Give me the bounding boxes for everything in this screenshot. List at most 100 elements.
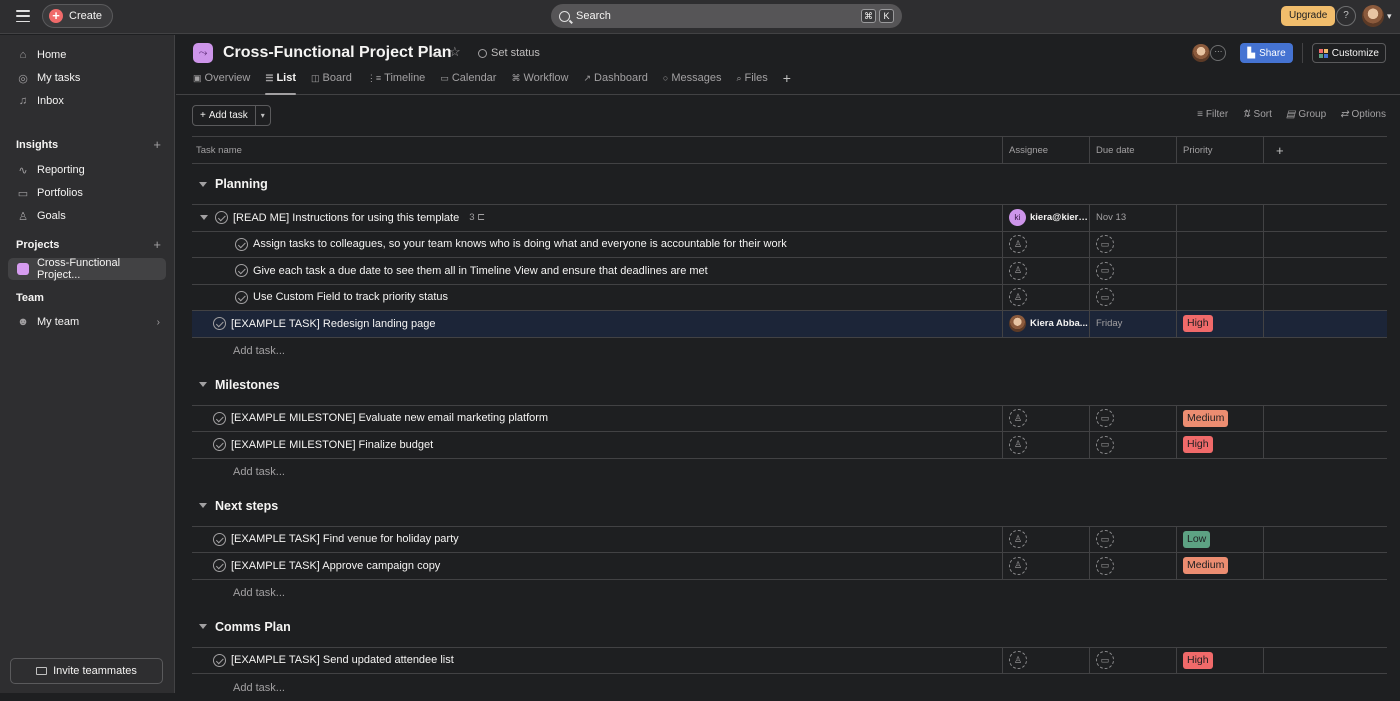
task-row[interactable]: Assign tasks to colleagues, so your team… <box>192 231 1387 258</box>
priority-cell[interactable] <box>1176 231 1263 257</box>
due-date-cell[interactable]: ▭ <box>1089 258 1176 284</box>
sidebar-item-my-tasks[interactable]: ◎ My tasks <box>8 67 166 89</box>
add-project-icon[interactable]: + <box>153 238 161 251</box>
priority-cell[interactable]: Low <box>1176 526 1263 552</box>
tab-overview[interactable]: ▣ Overview <box>193 72 250 95</box>
priority-cell[interactable]: Medium <box>1176 553 1263 579</box>
unassigned-person-icon[interactable]: ♙ <box>1009 556 1027 575</box>
section-header[interactable]: Comms Plan <box>192 607 1387 648</box>
priority-cell[interactable]: Medium <box>1176 405 1263 431</box>
unassigned-person-icon[interactable]: ♙ <box>1009 288 1027 307</box>
sidebar-item-project[interactable]: Cross-Functional Project... <box>8 257 166 281</box>
sidebar-item-my-team[interactable]: ☻ My team › <box>8 311 166 333</box>
tab-workflow[interactable]: ⌘ Workflow <box>511 72 568 95</box>
add-task-inline[interactable]: Add task... <box>192 674 1387 701</box>
upgrade-button[interactable]: Upgrade <box>1281 6 1336 26</box>
priority-cell[interactable] <box>1176 284 1263 310</box>
tab-board[interactable]: ◫ Board <box>311 72 352 95</box>
assignee-cell[interactable]: Kiera Abba... <box>1002 311 1089 337</box>
collapse-triangle-icon[interactable] <box>199 624 207 629</box>
due-date-cell[interactable]: ▭ <box>1089 526 1176 552</box>
complete-checkbox-icon[interactable] <box>213 532 226 546</box>
tab-timeline[interactable]: ⋮≡ Timeline <box>367 72 425 95</box>
sort-button[interactable]: ⇅ Sort <box>1242 109 1272 120</box>
expand-subtasks-icon[interactable] <box>200 215 208 221</box>
subtask-count[interactable]: 3 ⊏ <box>469 212 485 223</box>
collapse-triangle-icon[interactable] <box>199 503 207 508</box>
help-button[interactable]: ? <box>1336 6 1356 26</box>
member-avatar[interactable] <box>1192 44 1211 62</box>
assignee-cell[interactable]: ♙ <box>1002 405 1089 431</box>
section-header[interactable]: Next steps <box>192 486 1387 527</box>
priority-cell[interactable] <box>1176 258 1263 284</box>
complete-checkbox-icon[interactable] <box>215 211 228 225</box>
column-task-name[interactable]: Task name <box>192 137 1002 163</box>
group-button[interactable]: ▤ Group <box>1286 109 1326 120</box>
priority-cell[interactable]: High <box>1176 647 1263 673</box>
user-avatar[interactable] <box>1362 5 1384 27</box>
assignee-cell[interactable]: ♙ <box>1002 231 1089 257</box>
column-assignee[interactable]: Assignee <box>1002 137 1089 163</box>
create-button[interactable]: + Create <box>42 4 114 28</box>
task-row[interactable]: [EXAMPLE TASK] Approve campaign copy ♙ ▭ Me… <box>192 553 1387 580</box>
assignee-cell[interactable]: ♙ <box>1002 526 1089 552</box>
due-date-cell[interactable]: ▭ <box>1089 231 1176 257</box>
task-row[interactable]: Give each task a due date to see them al… <box>192 258 1387 285</box>
empty-calendar-icon[interactable]: ▭ <box>1096 651 1114 670</box>
filter-button[interactable]: ≡ Filter <box>1197 109 1228 120</box>
unassigned-person-icon[interactable]: ♙ <box>1009 409 1027 428</box>
column-due-date[interactable]: Due date <box>1089 137 1176 163</box>
task-name[interactable]: [EXAMPLE TASK] Find venue for holiday pa… <box>231 533 459 545</box>
column-priority[interactable]: Priority <box>1176 137 1263 163</box>
more-members-icon[interactable]: ··· <box>1210 45 1227 61</box>
search-input[interactable]: Search ⌘ K <box>551 4 902 28</box>
complete-checkbox-icon[interactable] <box>213 411 226 425</box>
options-button[interactable]: ⇄ Options <box>1340 109 1386 120</box>
tab-list[interactable]: ☰ List <box>265 72 296 95</box>
add-task-inline[interactable]: Add task... <box>192 580 1387 607</box>
due-date-cell[interactable]: Nov 13 <box>1089 205 1176 231</box>
sidebar-item-goals[interactable]: ♙ Goals <box>8 205 166 227</box>
due-date-cell[interactable]: ▭ <box>1089 432 1176 458</box>
sidebar-item-home[interactable]: ⌂ Home <box>8 44 166 66</box>
empty-calendar-icon[interactable]: ▭ <box>1096 261 1114 280</box>
task-name[interactable]: [READ ME] Instructions for using this te… <box>233 212 459 224</box>
assignee-cell[interactable]: ki kiera@kiera... <box>1002 205 1089 231</box>
empty-calendar-icon[interactable]: ▭ <box>1096 530 1114 549</box>
complete-checkbox-icon[interactable] <box>213 317 226 331</box>
empty-calendar-icon[interactable]: ▭ <box>1096 556 1114 575</box>
tab-dashboard[interactable]: ↗ Dashboard <box>584 72 648 95</box>
complete-checkbox-icon[interactable] <box>235 237 248 251</box>
task-name[interactable]: [EXAMPLE TASK] Send updated attendee lis… <box>231 654 454 666</box>
task-row[interactable]: Use Custom Field to track priority statu… <box>192 284 1387 311</box>
empty-calendar-icon[interactable]: ▭ <box>1096 409 1114 428</box>
unassigned-person-icon[interactable]: ♙ <box>1009 435 1027 454</box>
add-tab-icon[interactable]: + <box>783 71 791 95</box>
empty-calendar-icon[interactable]: ▭ <box>1096 235 1114 254</box>
priority-cell[interactable]: High <box>1176 311 1263 337</box>
task-name[interactable]: Give each task a due date to see them al… <box>253 265 708 277</box>
menu-icon[interactable] <box>16 10 30 22</box>
collapse-triangle-icon[interactable] <box>199 181 207 187</box>
due-date-cell[interactable]: Friday <box>1089 311 1176 337</box>
due-date-cell[interactable]: ▭ <box>1089 553 1176 579</box>
task-row[interactable]: [EXAMPLE TASK] Redesign landing page Kier… <box>192 311 1387 338</box>
section-header[interactable]: Planning <box>192 164 1387 205</box>
task-name[interactable]: [EXAMPLE TASK] Redesign landing page <box>231 318 435 330</box>
task-name[interactable]: Use Custom Field to track priority statu… <box>253 291 448 303</box>
complete-checkbox-icon[interactable] <box>235 290 248 304</box>
unassigned-person-icon[interactable]: ♙ <box>1009 261 1027 280</box>
add-task-inline[interactable]: Add task... <box>192 338 1387 365</box>
sidebar-item-portfolios[interactable]: ▭ Portfolios <box>8 182 166 204</box>
task-name[interactable]: [EXAMPLE MILESTONE] Finalize budget <box>231 439 433 451</box>
task-row[interactable]: [EXAMPLE TASK] Send updated attendee lis… <box>192 647 1387 674</box>
complete-checkbox-icon[interactable] <box>213 438 226 452</box>
complete-checkbox-icon[interactable] <box>213 653 226 667</box>
project-title[interactable]: Cross-Functional Project Plan <box>223 44 451 62</box>
assignee-cell[interactable]: ♙ <box>1002 553 1089 579</box>
task-row[interactable]: [READ ME] Instructions for using this te… <box>192 205 1387 232</box>
priority-cell[interactable] <box>1176 205 1263 231</box>
chevron-down-icon[interactable]: ▾ <box>1387 11 1392 22</box>
sidebar-item-reporting[interactable]: ∿ Reporting <box>8 159 166 181</box>
project-icon[interactable]: ⤳ <box>193 43 213 63</box>
